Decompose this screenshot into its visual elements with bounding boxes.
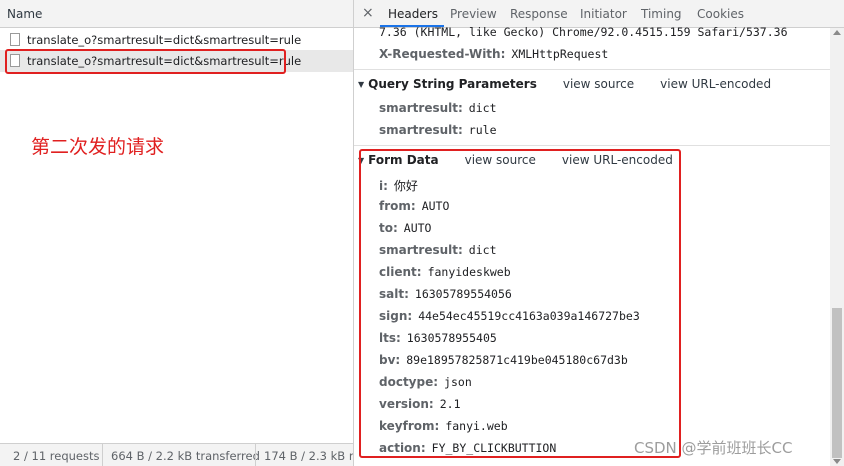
scroll-up-arrow-icon[interactable] [833, 30, 841, 35]
status-divider [255, 444, 256, 466]
request-name: translate_o?smartresult=dict&smartresult… [27, 33, 302, 47]
close-icon[interactable]: × [362, 5, 374, 21]
tab-preview[interactable]: Preview [450, 7, 497, 21]
view-url-encoded-link[interactable]: view URL-encoded [660, 77, 771, 91]
details-tab-bar: × Headers Preview Response Initiator Tim… [354, 0, 844, 28]
scroll-down-arrow-icon[interactable] [833, 459, 841, 464]
tab-response[interactable]: Response [510, 7, 568, 21]
section-divider [354, 69, 832, 70]
query-param: smartresult: dict [379, 101, 497, 115]
annotation-text: 第二次发的请求 [31, 136, 165, 158]
query-param: smartresult: rule [379, 123, 497, 137]
name-column-label: Name [7, 7, 43, 21]
watermark: CSDN @学前班班长CC [634, 439, 793, 457]
user-agent-tail: 7.36 (KHTML, like Gecko) Chrome/92.0.451… [379, 25, 788, 39]
request-list-panel: Name translate_o?smartresult=dict&smartr… [0, 0, 353, 466]
section-divider [354, 145, 832, 146]
tab-timing[interactable]: Timing [641, 7, 682, 21]
scrollbar-thumb[interactable] [832, 308, 842, 458]
param-value: dict [468, 101, 497, 115]
param-key: smartresult: [379, 101, 463, 115]
name-column-header[interactable]: Name [0, 0, 353, 28]
form-data-highlight-box [359, 149, 681, 458]
section-title: Query String Parameters [368, 77, 537, 91]
request-row[interactable]: translate_o?smartresult=dict&smartresult… [0, 29, 353, 51]
status-resources: 174 B / 2.3 kB re [264, 449, 353, 463]
header-key: X-Requested-With: [379, 47, 506, 61]
expand-triangle-icon[interactable]: ▼ [358, 80, 364, 89]
header-value: XMLHttpRequest [511, 47, 609, 61]
param-value: rule [468, 123, 497, 137]
tab-initiator[interactable]: Initiator [580, 7, 627, 21]
view-source-link[interactable]: view source [563, 77, 634, 91]
query-string-section-header[interactable]: ▼ Query String Parameters view source view … [358, 77, 771, 91]
param-key: smartresult: [379, 123, 463, 137]
tab-headers[interactable]: Headers [388, 7, 438, 21]
status-divider [102, 444, 103, 466]
request-highlight-box [5, 49, 286, 74]
document-icon [10, 33, 20, 46]
status-bar: 2 / 11 requests 664 B / 2.2 kB transferr… [0, 443, 353, 466]
user-agent-value: 7.36 (KHTML, like Gecko) Chrome/92.0.451… [379, 25, 788, 39]
status-transferred: 664 B / 2.2 kB transferred [111, 449, 260, 463]
tab-cookies[interactable]: Cookies [697, 7, 744, 21]
status-requests: 2 / 11 requests [13, 449, 100, 463]
header-x-requested-with: X-Requested-With: XMLHttpRequest [379, 47, 608, 61]
